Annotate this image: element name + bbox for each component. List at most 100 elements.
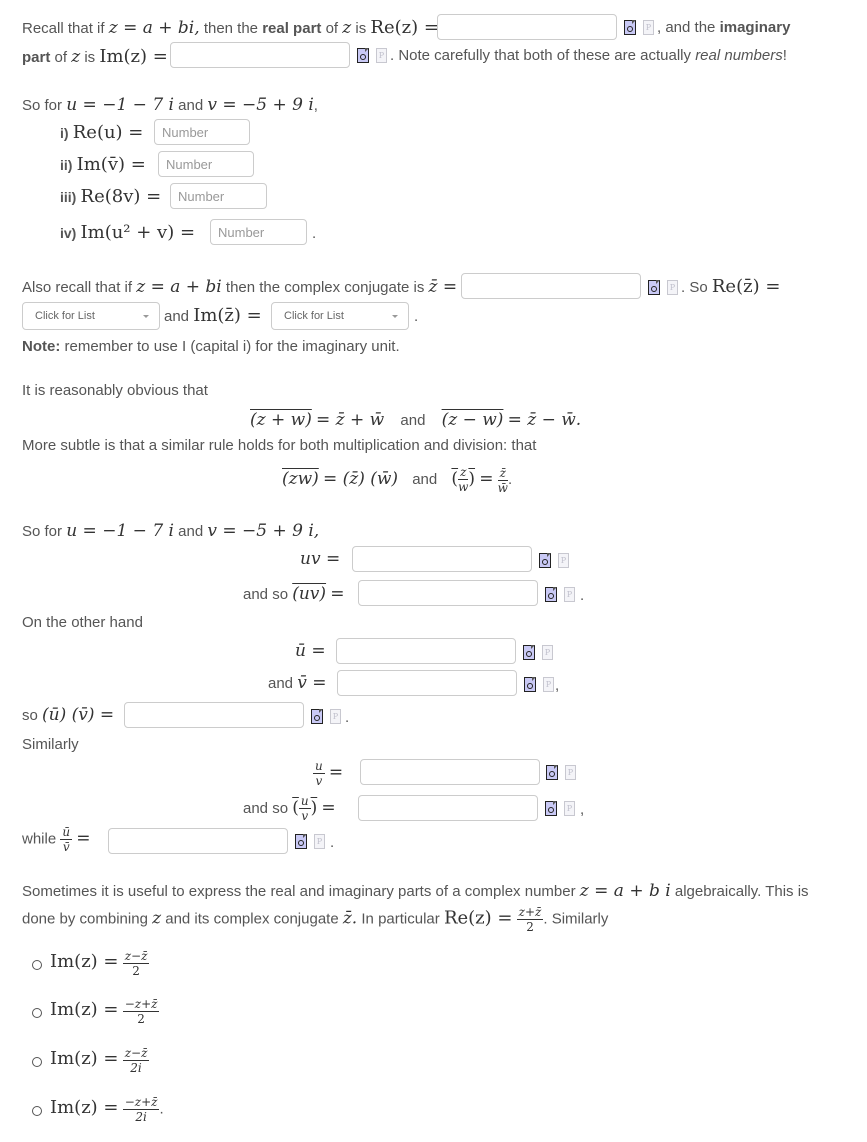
ubar-input[interactable]: [336, 638, 516, 664]
text: algebraically. This is: [674, 883, 809, 900]
text: done by combining: [22, 910, 148, 928]
help-icon[interactable]: P: [643, 20, 654, 35]
and-vbar: and v̄ =: [268, 673, 326, 693]
preview-icon[interactable]: [545, 801, 557, 816]
text: On the other hand: [22, 614, 143, 631]
numerator: u: [298, 794, 311, 809]
preview-icon[interactable]: [524, 677, 536, 692]
text: and: [164, 308, 190, 325]
and-so-uv-bar: and so (uv) =: [243, 584, 344, 604]
preview-icon[interactable]: [357, 48, 369, 63]
text: ,: [555, 677, 560, 694]
conjugate-product-rule: (zw) = (z̄) (w̄) and (z w) = z̄ w̄.: [282, 465, 513, 495]
option-lhs: Im(z) =: [50, 1048, 119, 1070]
intro-line-2-tail: . Note carefully that both of these are …: [390, 47, 787, 64]
item-expr: Im(u² + v) =: [80, 222, 196, 243]
math-eq: =: [76, 828, 91, 849]
fraction: zw: [458, 466, 469, 493]
help-icon[interactable]: P: [542, 645, 553, 660]
numerator: z+z̄: [516, 905, 544, 920]
option-lhs: Im(z) =: [50, 999, 119, 1021]
text: . Similarly: [543, 910, 609, 928]
question-iv: iv) Im(u² + v) =: [60, 222, 195, 243]
math-product-rhs: = (z̄) (w̄): [322, 469, 399, 489]
im-vbar-input[interactable]: [158, 151, 254, 177]
option-1[interactable]: Im(z) = z−z̄ 2: [32, 950, 150, 978]
option-4[interactable]: Im(z) = −z+z̄ 2i.: [32, 1096, 164, 1123]
re-z-input[interactable]: [437, 14, 617, 40]
preview-icon[interactable]: [523, 645, 535, 660]
section4-intro: So for u = −1 − 7 i and v = −5 + 9 i,: [22, 521, 319, 541]
text: , and the: [657, 19, 716, 36]
math-diff-rhs: = z̄ − w̄.: [507, 410, 582, 430]
text: Sometimes it is useful to express the re…: [22, 883, 576, 900]
help-icon[interactable]: P: [565, 765, 576, 780]
help-icon[interactable]: P: [543, 677, 554, 692]
help-icon[interactable]: P: [558, 553, 569, 568]
help-icon[interactable]: P: [330, 709, 341, 724]
math-v-def: v = −5 + 9 i,: [207, 521, 320, 541]
denominator: 2i: [130, 1061, 142, 1075]
text: Similarly: [22, 736, 79, 753]
option-3[interactable]: Im(z) = z−z̄ 2i: [32, 1046, 150, 1075]
uv-input[interactable]: [352, 546, 532, 572]
section2-line-1-tail: . So Re(z̄) =: [681, 276, 780, 297]
help-icon[interactable]: P: [564, 587, 575, 602]
intro-line-2: part of z is Im(z) =: [22, 46, 168, 67]
math-im-z: Im(z) =: [99, 46, 168, 67]
preview-icon[interactable]: [624, 20, 636, 35]
u-over-v-bar-input[interactable]: [358, 795, 538, 821]
radio-button[interactable]: [32, 1106, 42, 1116]
option-2[interactable]: Im(z) = −z+z̄ 2: [32, 998, 160, 1025]
math-uv-bar: (uv): [292, 584, 327, 604]
preview-icon[interactable]: [539, 553, 551, 568]
note: Note: remember to use I (capital i) for …: [22, 338, 400, 355]
radio-button[interactable]: [32, 1057, 42, 1067]
vbar-input[interactable]: [337, 670, 517, 696]
help-icon[interactable]: P: [564, 801, 575, 816]
text: and: [268, 675, 294, 692]
text: In particular: [361, 910, 440, 928]
radio-button[interactable]: [32, 1008, 42, 1018]
text: and so: [243, 586, 289, 603]
text: so: [22, 707, 38, 724]
re-u-input[interactable]: [154, 119, 250, 145]
uv-bar-input[interactable]: [358, 580, 538, 606]
ubar-over-vbar-input[interactable]: [108, 828, 288, 854]
denominator: v: [301, 809, 309, 823]
denominator: v̄: [62, 840, 70, 854]
im-z-input[interactable]: [170, 42, 350, 68]
text: of: [325, 20, 339, 37]
text: of: [54, 49, 68, 66]
preview-icon[interactable]: [648, 280, 660, 295]
preview-icon[interactable]: [546, 765, 558, 780]
re-8v-input[interactable]: [170, 183, 267, 209]
preview-icon[interactable]: [311, 709, 323, 724]
help-icon[interactable]: P: [314, 834, 325, 849]
zbar-input[interactable]: [461, 273, 641, 299]
math-zbar: z̄ =: [428, 277, 458, 297]
text: ,: [580, 801, 585, 818]
im-zbar-dropdown[interactable]: Click for List: [271, 302, 409, 330]
section1-intro: So for u = −1 − 7 i and v = −5 + 9 i,: [22, 95, 318, 115]
fraction: z+z̄ 2: [516, 905, 544, 933]
denominator: 2: [132, 964, 140, 978]
ubar-vbar-input[interactable]: [124, 702, 304, 728]
numerator: z−z̄: [122, 1046, 150, 1061]
im-u2-v-input[interactable]: [210, 219, 307, 245]
and-so-u-over-v-bar: and so (u v) =: [243, 795, 336, 822]
re-zbar-dropdown[interactable]: Click for List: [22, 302, 160, 330]
preview-icon[interactable]: [295, 834, 307, 849]
preview-icon[interactable]: [545, 587, 557, 602]
text: while: [22, 830, 57, 848]
math-z-def: z = a + bi,: [108, 18, 200, 38]
math-v-def: v = −5 + 9 i: [207, 95, 314, 115]
math-z: z: [71, 47, 81, 67]
italic-real-numbers: real numbers: [695, 47, 783, 64]
radio-button[interactable]: [32, 960, 42, 970]
text: !: [782, 47, 787, 64]
u-over-v-input[interactable]: [360, 759, 540, 785]
denominator: w̄: [497, 480, 508, 495]
help-icon[interactable]: P: [376, 48, 387, 63]
help-icon[interactable]: P: [667, 280, 678, 295]
